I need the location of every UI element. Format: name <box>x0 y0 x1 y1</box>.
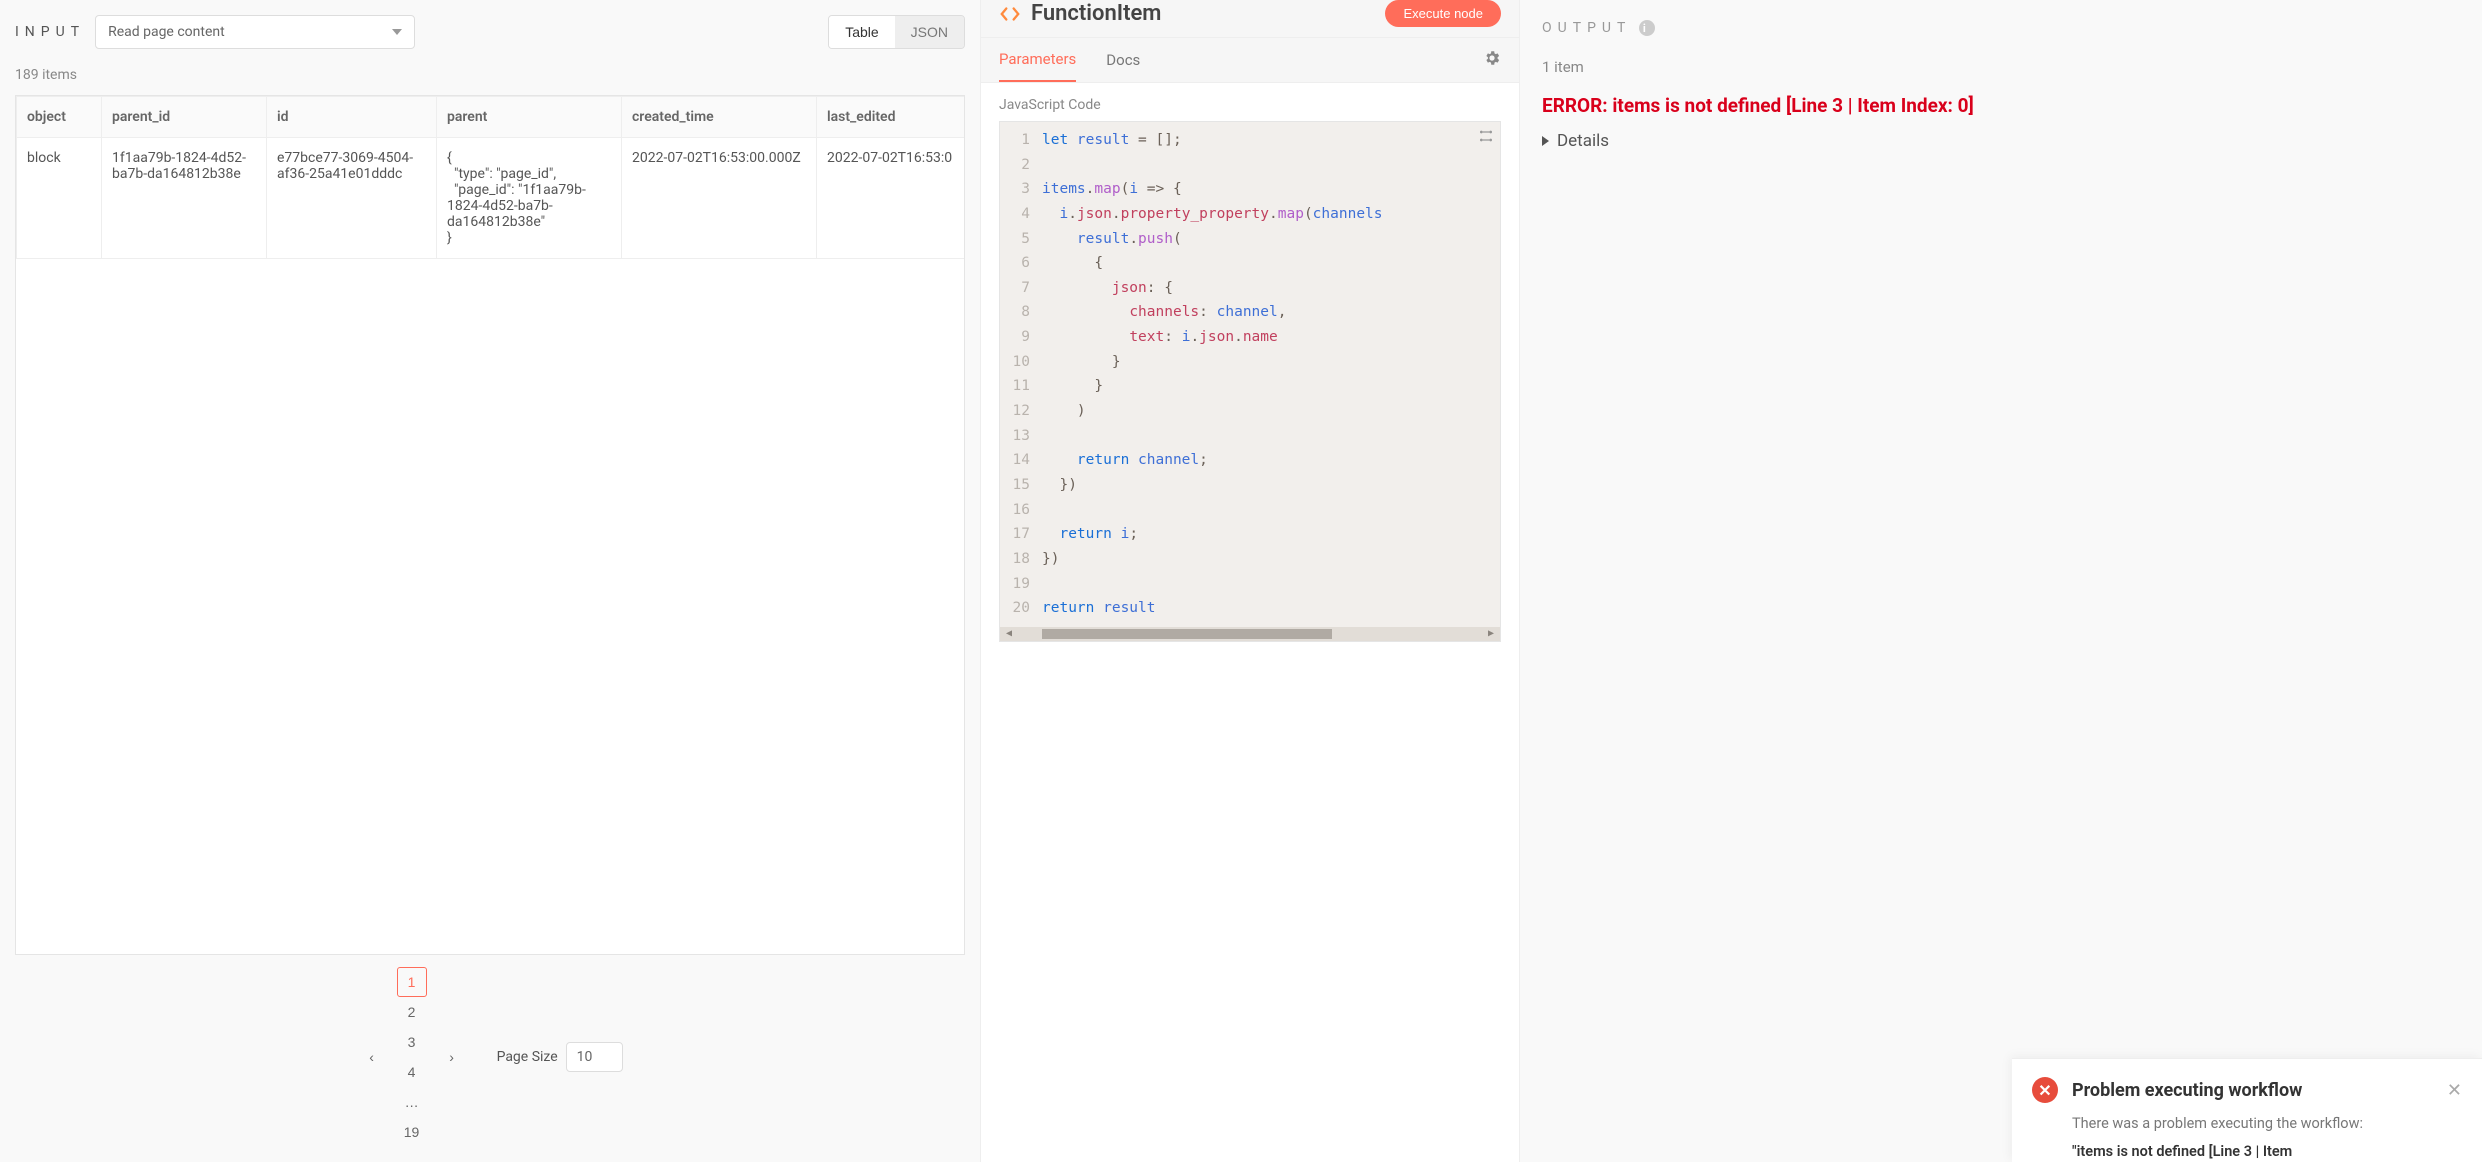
json-view-button[interactable]: JSON <box>895 16 964 48</box>
code-line: 9 text: i.json.name <box>1000 325 1500 350</box>
page-2[interactable]: 2 <box>397 997 427 1027</box>
input-panel: INPUT Read page content Table JSON 189 i… <box>0 0 980 1162</box>
toast-title: Problem executing workflow <box>2072 1080 2433 1101</box>
tab-parameters[interactable]: Parameters <box>999 38 1076 82</box>
cell-last_edited: 2022-07-02T16:53:0 <box>817 138 966 259</box>
pagination: ‹ 1234…19 › Page Size 10 <box>15 955 965 1147</box>
code-line: 8 channels: channel, <box>1000 300 1500 325</box>
code-line: 15 }) <box>1000 473 1500 498</box>
code-line: 11 } <box>1000 374 1500 399</box>
col-id[interactable]: id <box>267 97 437 138</box>
input-title: INPUT <box>15 24 85 40</box>
code-line: 20return result <box>1000 596 1500 621</box>
scroll-right-icon[interactable]: ▶ <box>1488 628 1494 639</box>
page-size-label: Page Size <box>497 1049 558 1065</box>
code-line: 18}) <box>1000 547 1500 572</box>
code-line: 14 return channel; <box>1000 448 1500 473</box>
next-page-button[interactable]: › <box>437 1042 467 1072</box>
gear-icon[interactable] <box>1483 49 1501 71</box>
view-toggle: Table JSON <box>828 15 965 49</box>
details-label: Details <box>1557 131 1609 151</box>
prev-page-button[interactable]: ‹ <box>357 1042 387 1072</box>
code-line: 12 ) <box>1000 399 1500 424</box>
input-item-count: 189 items <box>15 67 965 83</box>
code-line: 5 result.push( <box>1000 227 1500 252</box>
code-line: 19 <box>1000 572 1500 597</box>
execute-node-button[interactable]: Execute node <box>1385 0 1501 27</box>
close-icon[interactable]: ✕ <box>2447 1080 2462 1101</box>
node-panel: FunctionItem Execute node Parameters Doc… <box>980 0 1520 1162</box>
info-icon[interactable]: i <box>1639 20 1655 36</box>
code-settings-icon[interactable] <box>1478 128 1494 148</box>
cell-object: block <box>17 138 102 259</box>
code-editor[interactable]: 1let result = []; 23items.map(i => {4 i.… <box>999 121 1501 642</box>
code-label: JavaScript Code <box>981 83 1519 121</box>
input-table: objectparent_ididparentcreated_timelast_… <box>16 96 965 259</box>
code-line: 17 return i; <box>1000 522 1500 547</box>
code-line: 4 i.json.property_property.map(channels <box>1000 202 1500 227</box>
tab-docs[interactable]: Docs <box>1106 39 1140 81</box>
page-1[interactable]: 1 <box>397 967 427 997</box>
output-item-count: 1 item <box>1542 58 2460 76</box>
output-error: ERROR: items is not defined [Line 3 | It… <box>1542 94 2460 117</box>
code-line: 13 <box>1000 424 1500 449</box>
code-line: 2 <box>1000 153 1500 178</box>
col-parent_id[interactable]: parent_id <box>102 97 267 138</box>
output-title: OUTPUT <box>1542 20 1631 36</box>
cell-parent_id: 1f1aa79b-1824-4d52-ba7b-da164812b38e <box>102 138 267 259</box>
cell-id: e77bce77-3069-4504-af36-25a41e01dddc <box>267 138 437 259</box>
chevron-right-icon <box>1542 136 1549 146</box>
cell-created_time: 2022-07-02T16:53:00.000Z <box>622 138 817 259</box>
code-line: 6 { <box>1000 251 1500 276</box>
cell-parent: { "type": "page_id", "page_id": "1f1aa79… <box>437 138 622 259</box>
page-3[interactable]: 3 <box>397 1027 427 1057</box>
input-table-scroll[interactable]: objectparent_ididparentcreated_timelast_… <box>15 95 965 955</box>
page-size-select[interactable]: 10 <box>566 1042 624 1072</box>
input-source-value: Read page content <box>108 24 225 40</box>
details-toggle[interactable]: Details <box>1542 131 2460 151</box>
node-title: FunctionItem <box>1031 1 1375 26</box>
col-last_edited[interactable]: last_edited <box>817 97 966 138</box>
function-icon <box>999 3 1021 25</box>
page-4[interactable]: 4 <box>397 1057 427 1087</box>
code-line: 1let result = []; <box>1000 128 1500 153</box>
error-badge-icon: ✕ <box>2032 1077 2058 1103</box>
output-panel: OUTPUT i 1 item ERROR: items is not defi… <box>1520 0 2482 1162</box>
code-line: 16 <box>1000 498 1500 523</box>
code-line: 3items.map(i => { <box>1000 177 1500 202</box>
page-…: … <box>397 1087 427 1117</box>
code-h-scrollbar[interactable]: ◀ ▶ <box>1000 627 1500 641</box>
col-object[interactable]: object <box>17 97 102 138</box>
input-source-select[interactable]: Read page content <box>95 15 415 49</box>
code-line: 10 } <box>1000 350 1500 375</box>
code-line: 7 json: { <box>1000 276 1500 301</box>
page-19[interactable]: 19 <box>397 1117 427 1147</box>
col-created_time[interactable]: created_time <box>622 97 817 138</box>
error-toast: ✕ Problem executing workflow ✕ There was… <box>2012 1058 2482 1162</box>
scroll-left-icon[interactable]: ◀ <box>1006 628 1012 639</box>
scroll-thumb[interactable] <box>1042 629 1332 639</box>
toast-error-detail: "items is not defined [Line 3 | Item <box>2072 1143 2462 1160</box>
toast-body: There was a problem executing the workfl… <box>2072 1113 2462 1135</box>
col-parent[interactable]: parent <box>437 97 622 138</box>
table-view-button[interactable]: Table <box>829 16 894 48</box>
page-size-value: 10 <box>577 1049 593 1065</box>
